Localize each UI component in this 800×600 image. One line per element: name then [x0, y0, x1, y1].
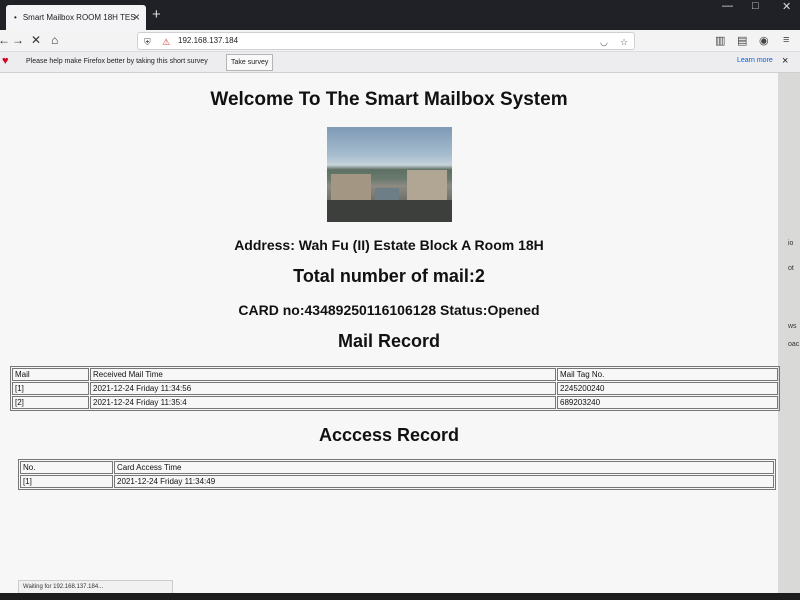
minimize-icon[interactable]: —: [722, 0, 733, 12]
table-header-cell: Card Access Time: [114, 461, 774, 474]
access-record-table: No. Card Access Time [1] 2021-12-24 Frid…: [18, 459, 776, 490]
forward-icon[interactable]: →: [12, 33, 24, 47]
edge-fragment: io: [788, 240, 794, 247]
library-icon[interactable]: ▥: [715, 34, 725, 47]
heart-icon: ♥: [2, 55, 9, 67]
tab-close-icon[interactable]: ×: [133, 10, 140, 24]
star-icon[interactable]: ☆: [620, 34, 628, 50]
lock-icon[interactable]: ⚠: [162, 34, 170, 50]
access-record-heading: Acccess Record: [318, 425, 460, 445]
total-mail-count: Total number of mail:2: [293, 266, 485, 286]
table-row: [1] 2021-12-24 Friday 11:34:56 224520024…: [12, 382, 778, 395]
learn-more-link[interactable]: Learn more: [737, 57, 773, 64]
screen-bezel: [0, 593, 800, 600]
table-cell: 2021-12-24 Friday 11:35:4: [90, 396, 556, 409]
table-header-row: Mail Received Mail Time Mail Tag No.: [12, 368, 778, 381]
url-bar[interactable]: ⛨ ⚠ 192.168.137.184 ◡ ☆: [137, 32, 635, 50]
sidebar-icon[interactable]: ▤: [737, 34, 747, 47]
shield-icon[interactable]: ⛨: [144, 34, 151, 50]
pocket-icon[interactable]: ◡: [600, 34, 608, 50]
navigation-toolbar: ← → ✕ ⌂ ⛨ ⚠ 192.168.137.184 ◡ ☆ ▥ ▤ ◉ ≡: [0, 30, 800, 52]
mail-record-table: Mail Received Mail Time Mail Tag No. [1]…: [10, 366, 780, 411]
table-header-cell: Received Mail Time: [90, 368, 556, 381]
table-row: [1] 2021-12-24 Friday 11:34:49: [20, 475, 774, 488]
notification-bar: ♥ Please help make Firefox better by tak…: [0, 52, 800, 73]
table-header-cell: Mail: [12, 368, 89, 381]
window-close-icon[interactable]: ✕: [782, 0, 791, 13]
table-header-cell: No.: [20, 461, 113, 474]
table-cell: 689203240: [557, 396, 778, 409]
take-survey-button[interactable]: Take survey: [226, 54, 274, 71]
tab-favicon: •: [14, 13, 17, 22]
new-tab-button[interactable]: +: [152, 6, 161, 23]
menu-icon[interactable]: ≡: [783, 34, 789, 46]
mail-record-heading: Mail Record: [337, 331, 441, 351]
table-cell: [1]: [20, 475, 113, 488]
stop-icon[interactable]: ✕: [31, 33, 41, 47]
close-icon[interactable]: ×: [782, 55, 788, 67]
table-cell: [1]: [12, 382, 89, 395]
edge-fragment: ws: [788, 323, 797, 330]
table-row: [2] 2021-12-24 Friday 11:35:4 689203240: [12, 396, 778, 409]
edge-fragment: oac: [788, 341, 800, 348]
table-header-cell: Mail Tag No.: [557, 368, 778, 381]
account-icon[interactable]: ◉: [759, 34, 769, 47]
table-cell: [2]: [12, 396, 89, 409]
address-text: Address: Wah Fu (II) Estate Block A Room…: [234, 237, 544, 253]
card-status: CARD no:43489250116106128 Status:Opened: [238, 302, 540, 318]
notification-message: Please help make Firefox better by takin…: [26, 58, 208, 65]
back-icon[interactable]: ←: [0, 33, 10, 47]
page-title: Welcome To The Smart Mailbox System: [210, 89, 568, 110]
table-cell: 2245200240: [557, 382, 778, 395]
tab-title: Smart Mailbox ROOM 18H TES: [22, 13, 136, 22]
status-bar: Waiting for 192.168.137.184...: [18, 580, 173, 594]
maximize-icon[interactable]: □: [752, 0, 759, 12]
table-cell: 2021-12-24 Friday 11:34:56: [90, 382, 556, 395]
building-photo: [327, 127, 452, 222]
page-content: Welcome To The Smart Mailbox System Addr…: [0, 73, 780, 593]
browser-tab[interactable]: • Smart Mailbox ROOM 18H TES ×: [6, 5, 146, 30]
url-text[interactable]: 192.168.137.184: [178, 36, 238, 45]
table-cell: 2021-12-24 Friday 11:34:49: [114, 475, 774, 488]
edge-fragment: ot: [788, 265, 794, 272]
table-header-row: No. Card Access Time: [20, 461, 774, 474]
home-icon[interactable]: ⌂: [51, 33, 58, 47]
